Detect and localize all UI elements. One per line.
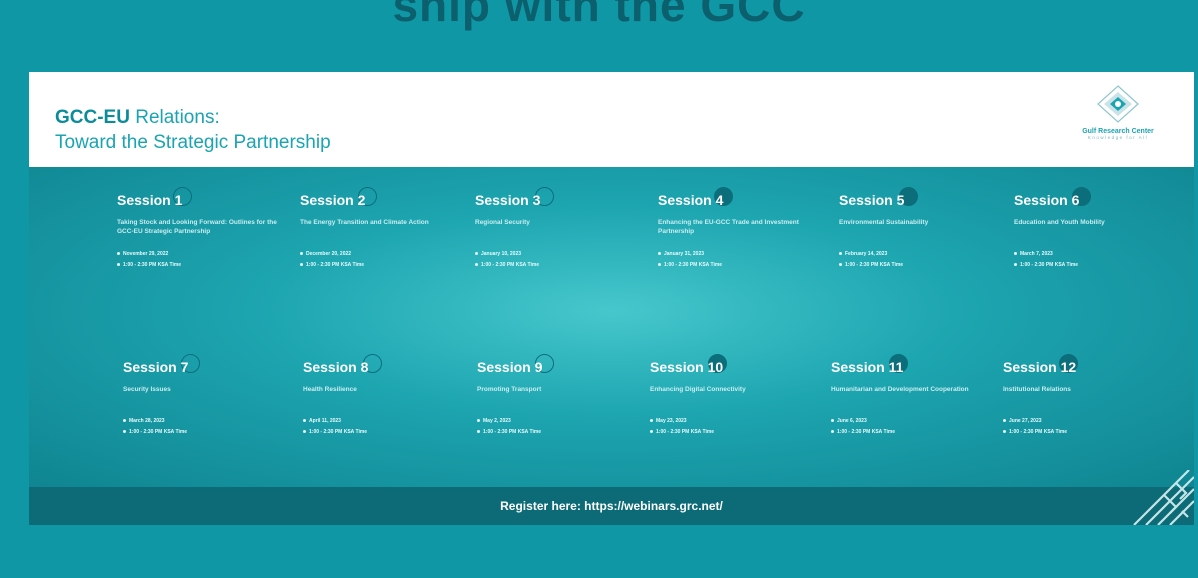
- session-label: Session 4: [658, 192, 724, 208]
- session-topic: Promoting Transport: [477, 386, 542, 393]
- session-topic: Education and Youth Mobility: [1014, 219, 1105, 226]
- session-card-5: Session 5 Environmental Sustainability F…: [839, 187, 999, 268]
- session-time: 1:00 - 2:30 PM KSA Time: [658, 262, 818, 268]
- session-topic: Health Resilience: [303, 386, 357, 393]
- session-label: Session 11: [831, 359, 904, 375]
- banner-subtitle: Toward the Strategic Partnership: [55, 132, 331, 153]
- session-card-10: Session 10 Enhancing Digital Connectivit…: [650, 354, 810, 435]
- session-date: March 7, 2023: [1014, 251, 1174, 257]
- page-heading-cut: ship with the GCC: [392, 0, 806, 31]
- session-time: 1:00 - 2:30 PM KSA Time: [477, 429, 637, 435]
- session-date: May 2, 2023: [477, 418, 637, 424]
- session-card-6: Session 6 Education and Youth Mobility M…: [1014, 187, 1174, 268]
- session-label: Session 2: [300, 192, 366, 208]
- session-time: 1:00 - 2:30 PM KSA Time: [831, 429, 991, 435]
- session-topic: Humanitarian and Development Cooperation: [831, 386, 969, 393]
- session-label: Session 3: [475, 192, 541, 208]
- session-card-7: Session 7 Security Issues March 28, 2023…: [123, 354, 283, 435]
- session-date: November 29, 2022: [117, 251, 277, 257]
- banner-title-rest: Relations:: [129, 107, 220, 128]
- session-label: Session 7: [123, 359, 189, 375]
- session-card-11: Session 11 Humanitarian and Development …: [831, 354, 991, 435]
- logo-name: Gulf Research Center: [1082, 128, 1154, 135]
- session-date: January 31, 2023: [658, 251, 818, 257]
- session-date: February 14, 2023: [839, 251, 999, 257]
- logo-tagline: Knowledge for All: [1087, 135, 1149, 140]
- banner-title-strong: GCC-EU: [55, 107, 130, 128]
- grc-logo: Gulf Research Center Knowledge for All: [1068, 84, 1168, 140]
- session-topic: The Energy Transition and Climate Action: [300, 219, 429, 226]
- session-card-1: Session 1 Taking Stock and Looking Forwa…: [117, 187, 277, 268]
- session-label: Session 9: [477, 359, 543, 375]
- session-topic: Regional Security: [475, 219, 530, 226]
- session-date: April 11, 2023: [303, 418, 463, 424]
- session-label: Session 5: [839, 192, 905, 208]
- session-time: 1:00 - 2:30 PM KSA Time: [303, 429, 463, 435]
- session-time: 1:00 - 2:30 PM KSA Time: [123, 429, 283, 435]
- sessions-panel: Session 1 Taking Stock and Looking Forwa…: [29, 167, 1194, 487]
- session-date: January 10, 2023: [475, 251, 635, 257]
- session-card-8: Session 8 Health Resilience April 11, 20…: [303, 354, 463, 435]
- session-time: 1:00 - 2:30 PM KSA Time: [117, 262, 277, 268]
- session-time: 1:00 - 2:30 PM KSA Time: [839, 262, 999, 268]
- session-card-3: Session 3 Regional Security January 10, …: [475, 187, 635, 268]
- session-label: Session 6: [1014, 192, 1080, 208]
- session-card-4: Session 4 Enhancing the EU-GCC Trade and…: [658, 187, 818, 268]
- session-card-2: Session 2 The Energy Transition and Clim…: [300, 187, 460, 268]
- session-date: May 23, 2023: [650, 418, 810, 424]
- session-card-9: Session 9 Promoting Transport May 2, 202…: [477, 354, 637, 435]
- session-topic: Environmental Sustainability: [839, 219, 929, 226]
- corner-pattern-icon: [1133, 470, 1194, 525]
- session-topic: Enhancing the EU-GCC Trade and Investmen…: [658, 219, 799, 235]
- session-date: June 6, 2023: [831, 418, 991, 424]
- session-card-12: Session 12 Institutional Relations June …: [1003, 354, 1163, 435]
- register-link[interactable]: Register here: https://webinars.grc.net/: [500, 499, 723, 513]
- session-date: June 27, 2023: [1003, 418, 1163, 424]
- banner-title: GCC-EU Relations:: [55, 107, 220, 129]
- session-date: March 28, 2023: [123, 418, 283, 424]
- session-label: Session 8: [303, 359, 369, 375]
- grc-diamond-logo-icon: [1097, 85, 1139, 123]
- session-time: 1:00 - 2:30 PM KSA Time: [475, 262, 635, 268]
- session-topic: Security Issues: [123, 386, 171, 393]
- event-banner: GCC-EU Relations: Toward the Strategic P…: [29, 72, 1194, 525]
- session-time: 1:00 - 2:30 PM KSA Time: [300, 262, 460, 268]
- session-label: Session 12: [1003, 359, 1077, 375]
- banner-header: GCC-EU Relations: Toward the Strategic P…: [29, 72, 1194, 167]
- session-time: 1:00 - 2:30 PM KSA Time: [1003, 429, 1163, 435]
- session-date: December 20, 2022: [300, 251, 460, 257]
- session-label: Session 10: [650, 359, 724, 375]
- session-topic: Enhancing Digital Connectivity: [650, 386, 746, 393]
- session-time: 1:00 - 2:30 PM KSA Time: [650, 429, 810, 435]
- session-label: Session 1: [117, 192, 183, 208]
- session-topic: Institutional Relations: [1003, 386, 1071, 393]
- session-time: 1:00 - 2:30 PM KSA Time: [1014, 262, 1174, 268]
- register-bar: Register here: https://webinars.grc.net/: [29, 487, 1194, 525]
- session-topic: Taking Stock and Looking Forward: Outlin…: [117, 219, 277, 235]
